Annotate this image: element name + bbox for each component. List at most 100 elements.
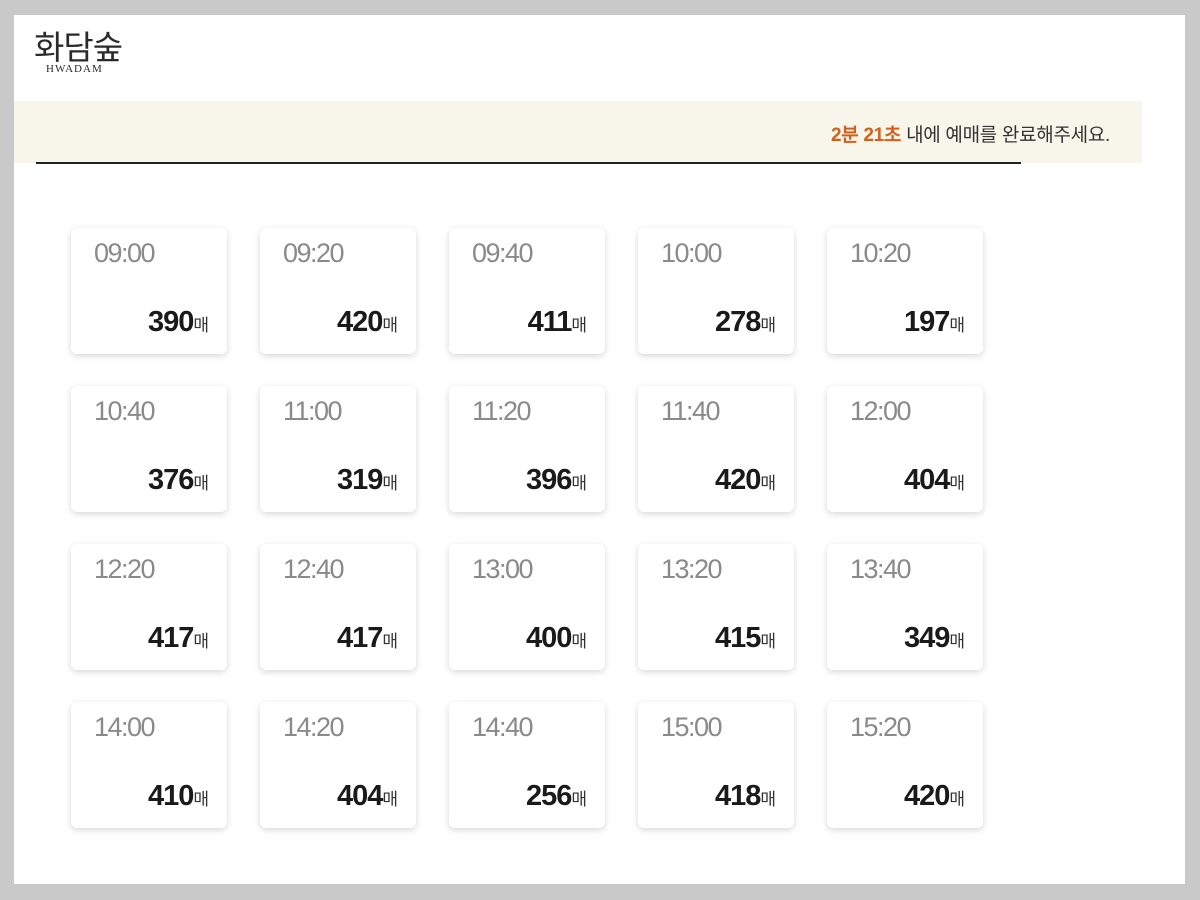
time-slot-card[interactable]: 11:40 420매	[638, 386, 794, 512]
page: 화담숲 HWADAM 2분 21초 내에 예매를 완료해주세요. 09:00 39…	[14, 15, 1185, 884]
countdown-timer: 2분 21초	[830, 125, 902, 146]
hwadam-logo[interactable]: 화담숲 HWADAM	[34, 21, 144, 77]
slot-remaining-tickets: 400매	[526, 622, 587, 655]
slot-ticket-count: 417	[147, 622, 194, 654]
slot-time: 10:40	[94, 396, 156, 426]
slot-ticket-unit: 매	[760, 474, 776, 494]
time-slot-card[interactable]: 12:20 417매	[71, 544, 227, 670]
time-slot-card[interactable]: 13:20 415매	[638, 544, 794, 670]
time-slot-card[interactable]: 09:40 411매	[449, 228, 605, 354]
slot-remaining-tickets: 417매	[148, 622, 209, 655]
slot-time: 13:40	[850, 554, 912, 584]
slot-time: 14:00	[94, 712, 156, 742]
slot-remaining-tickets: 404매	[904, 464, 965, 497]
slot-remaining-tickets: 390매	[148, 306, 209, 339]
slot-ticket-unit: 매	[193, 790, 209, 810]
slot-remaining-tickets: 349매	[904, 622, 965, 655]
slot-remaining-tickets: 278매	[715, 306, 776, 339]
time-slot-card[interactable]: 14:00 410매	[71, 702, 227, 828]
slot-remaining-tickets: 418매	[715, 780, 776, 813]
reservation-timer-banner: 2분 21초 내에 예매를 완료해주세요.	[14, 101, 1142, 163]
slot-remaining-tickets: 420매	[904, 780, 965, 813]
timer-instruction: 내에 예매를 완료해주세요.	[901, 125, 1110, 146]
slot-ticket-unit: 매	[949, 790, 965, 810]
slot-time: 10:00	[661, 238, 723, 268]
time-slot-card[interactable]: 12:00 404매	[827, 386, 983, 512]
slot-ticket-count: 411	[527, 306, 573, 338]
slot-remaining-tickets: 319매	[337, 464, 398, 497]
slot-ticket-count: 256	[525, 780, 572, 812]
slot-time: 14:20	[283, 712, 345, 742]
slot-remaining-tickets: 256매	[526, 780, 587, 813]
slot-time: 12:40	[283, 554, 345, 584]
slot-ticket-count: 420	[336, 306, 383, 338]
slot-ticket-unit: 매	[382, 790, 398, 810]
time-slot-card[interactable]: 11:00 319매	[260, 386, 416, 512]
slot-time: 10:20	[850, 238, 912, 268]
time-slot-card[interactable]: 09:00 390매	[71, 228, 227, 354]
timer-message: 2분 21초 내에 예매를 완료해주세요.	[831, 120, 1110, 147]
header-divider	[36, 162, 1021, 164]
slot-ticket-unit: 매	[571, 790, 587, 810]
slot-ticket-count: 376	[147, 464, 194, 496]
slot-time: 14:40	[472, 712, 534, 742]
time-slot-card[interactable]: 15:20 420매	[827, 702, 983, 828]
slot-time: 13:00	[472, 554, 534, 584]
slot-remaining-tickets: 396매	[526, 464, 587, 497]
time-slot-card[interactable]: 10:20 197매	[827, 228, 983, 354]
time-slot-card[interactable]: 10:00 278매	[638, 228, 794, 354]
time-slot-card[interactable]: 09:20 420매	[260, 228, 416, 354]
slot-remaining-tickets: 411매	[528, 306, 587, 339]
slot-ticket-unit: 매	[571, 632, 587, 652]
slot-ticket-unit: 매	[193, 632, 209, 652]
slot-ticket-count: 390	[147, 306, 194, 338]
slot-ticket-unit: 매	[571, 474, 587, 494]
slot-ticket-unit: 매	[760, 632, 776, 652]
slot-remaining-tickets: 376매	[148, 464, 209, 497]
slot-ticket-count: 417	[336, 622, 383, 654]
slot-ticket-count: 319	[336, 464, 383, 496]
slot-time: 12:20	[94, 554, 156, 584]
slot-time: 15:00	[661, 712, 723, 742]
slot-time: 11:40	[661, 396, 721, 426]
slot-remaining-tickets: 197매	[904, 306, 965, 339]
slot-remaining-tickets: 417매	[337, 622, 398, 655]
slot-ticket-unit: 매	[760, 316, 776, 336]
slot-ticket-unit: 매	[193, 316, 209, 336]
slot-ticket-unit: 매	[382, 474, 398, 494]
slot-ticket-unit: 매	[949, 316, 965, 336]
slot-ticket-count: 404	[903, 464, 950, 496]
slot-ticket-count: 197	[903, 306, 950, 338]
slot-remaining-tickets: 404매	[337, 780, 398, 813]
time-slot-card[interactable]: 11:20 396매	[449, 386, 605, 512]
slot-remaining-tickets: 420매	[715, 464, 776, 497]
slot-time: 11:20	[472, 396, 532, 426]
slot-ticket-unit: 매	[760, 790, 776, 810]
slot-ticket-count: 396	[525, 464, 572, 496]
slot-ticket-unit: 매	[949, 632, 965, 652]
slot-ticket-count: 418	[714, 780, 761, 812]
slot-ticket-count: 400	[525, 622, 572, 654]
slot-ticket-count: 278	[714, 306, 761, 338]
slot-time: 12:00	[850, 396, 912, 426]
slot-time: 11:00	[283, 396, 343, 426]
time-slot-card[interactable]: 10:40 376매	[71, 386, 227, 512]
slot-ticket-unit: 매	[571, 316, 587, 336]
slot-ticket-count: 420	[903, 780, 950, 812]
slot-ticket-unit: 매	[382, 632, 398, 652]
slot-remaining-tickets: 415매	[715, 622, 776, 655]
slot-ticket-count: 415	[714, 622, 761, 654]
time-slot-card[interactable]: 14:20 404매	[260, 702, 416, 828]
time-slot-card[interactable]: 13:00 400매	[449, 544, 605, 670]
time-slot-card[interactable]: 12:40 417매	[260, 544, 416, 670]
time-slot-card[interactable]: 13:40 349매	[827, 544, 983, 670]
logo-english-text: HWADAM	[46, 63, 103, 75]
time-slot-card[interactable]: 15:00 418매	[638, 702, 794, 828]
slot-time: 09:40	[472, 238, 534, 268]
time-slot-card[interactable]: 14:40 256매	[449, 702, 605, 828]
slot-ticket-unit: 매	[949, 474, 965, 494]
slot-ticket-count: 410	[147, 780, 194, 812]
logo-korean-text: 화담숲	[34, 28, 123, 67]
time-slot-grid: 09:00 390매 09:20 420매 09:40 411매 10:00 278매 10:2…	[71, 228, 983, 828]
slot-ticket-unit: 매	[193, 474, 209, 494]
